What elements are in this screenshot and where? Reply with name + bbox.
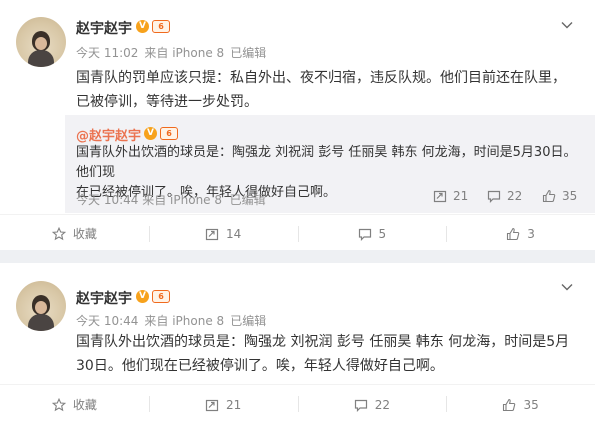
quoted-time[interactable]: 今天 10:44	[76, 193, 138, 207]
like-button[interactable]: 35	[446, 385, 595, 424]
quoted-like-count[interactable]: 35	[542, 189, 577, 203]
author-name[interactable]: 赵宇赵宇	[76, 18, 132, 38]
thumbs-up-icon	[542, 189, 556, 203]
repost-icon	[205, 228, 219, 240]
comment-icon	[354, 399, 367, 412]
chevron-down-icon[interactable]	[561, 19, 573, 31]
weibo-post: 赵宇赵宇 V 6 今天 10:44 来自 iPhone 8 已编辑 国青队外出饮酒的…	[0, 263, 595, 424]
repost-button[interactable]: 21	[148, 385, 298, 424]
repost-icon	[205, 399, 219, 411]
comment-icon	[358, 228, 371, 241]
thumbs-up-icon	[503, 398, 516, 411]
post-edited: 已编辑	[230, 314, 267, 328]
favorite-button[interactable]: 收藏	[0, 385, 149, 424]
quoted-author[interactable]: @赵宇赵宇	[76, 125, 141, 144]
quoted-repost-count[interactable]: 21	[433, 189, 468, 203]
comment-icon	[487, 190, 501, 203]
post-meta: 今天 11:02 来自 iPhone 8 已编辑	[76, 44, 272, 61]
post-edited: 已编辑	[230, 46, 267, 60]
quoted-meta: 今天 10:44 来自 iPhone 8 已编辑	[76, 193, 266, 207]
comment-button[interactable]: 5	[297, 215, 447, 252]
star-icon	[51, 397, 66, 411]
post-meta: 今天 10:44 来自 iPhone 8 已编辑	[76, 312, 272, 329]
post-text: 国青队外出饮酒的球员是：陶强龙 刘祝润 彭号 任丽昊 韩东 何龙海，时间是5月 …	[76, 334, 570, 374]
repost-icon	[433, 190, 447, 203]
avatar[interactable]	[16, 281, 66, 331]
level-badge-icon: 6	[160, 127, 178, 140]
repost-button[interactable]: 14	[148, 215, 298, 252]
level-badge-icon: 6	[152, 20, 170, 33]
weibo-post: 赵宇赵宇 V 6 今天 11:02 来自 iPhone 8 已编辑 国青队的罚单应该…	[0, 0, 595, 250]
verified-badge-icon: V	[144, 127, 157, 140]
verified-badge-icon: V	[136, 290, 149, 303]
quoted-comment-count[interactable]: 22	[487, 189, 522, 203]
like-button[interactable]: 3	[446, 215, 595, 252]
star-icon	[51, 226, 66, 240]
post-time[interactable]: 今天 11:02	[76, 46, 138, 60]
avatar[interactable]	[16, 17, 66, 67]
author-name[interactable]: 赵宇赵宇	[76, 288, 132, 308]
post-source: 来自 iPhone 8	[144, 46, 225, 60]
post-text: 国青队的罚单应该只提：私自外出、夜不归宿，违反队规。他们目前还在队里， 已被停训…	[76, 70, 566, 110]
thumbs-up-icon	[507, 227, 520, 240]
level-badge-icon: 6	[152, 290, 170, 303]
favorite-button[interactable]: 收藏	[0, 215, 149, 252]
quoted-post[interactable]: @赵宇赵宇 V 6 国青队外出饮酒的球员是：陶强龙 刘祝润 彭号 任丽昊 韩东 …	[65, 115, 595, 213]
verified-badge-icon: V	[136, 20, 149, 33]
action-bar: 收藏 14 5 3	[0, 214, 595, 252]
comment-button[interactable]: 22	[297, 385, 447, 424]
post-source: 来自 iPhone 8	[144, 314, 225, 328]
post-time[interactable]: 今天 10:44	[76, 314, 138, 328]
action-bar: 收藏 21 22 35	[0, 384, 595, 424]
chevron-down-icon[interactable]	[561, 281, 573, 293]
